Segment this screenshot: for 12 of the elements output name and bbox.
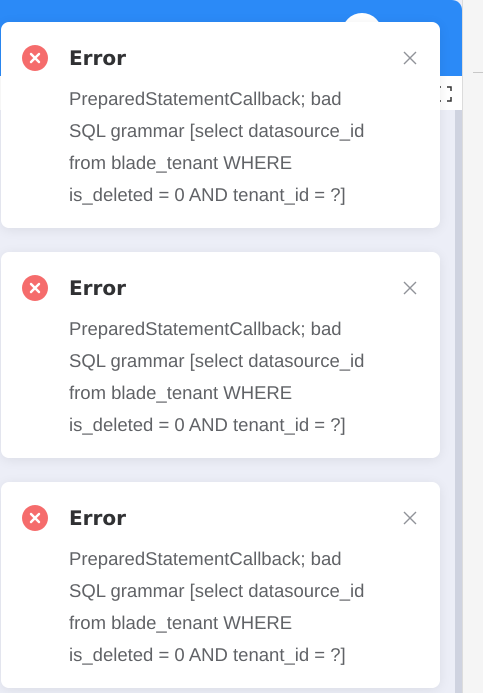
close-button[interactable] [402,280,418,296]
notification-title: Error [69,45,127,71]
close-button[interactable] [402,510,418,526]
error-icon [22,505,48,531]
notification-message: PreparedStatementCallback; bad SQL grammar [select datasource_id from blade_tenant WHERE is_deleted = 0 AND tenant_id = ?] [69,87,366,207]
close-button[interactable] [402,50,418,66]
notification-title: Error [69,275,127,301]
error-icon [22,45,48,71]
error-icon [22,275,48,301]
notification-title: Error [69,505,127,531]
notification-message: PreparedStatementCallback; bad SQL grammar [select datasource_id from blade_tenant WHERE is_deleted = 0 AND tenant_id = ?] [69,317,366,437]
notification-message: PreparedStatementCallback; bad SQL grammar [select datasource_id from blade_tenant WHERE is_deleted = 0 AND tenant_id = ?] [69,547,366,667]
